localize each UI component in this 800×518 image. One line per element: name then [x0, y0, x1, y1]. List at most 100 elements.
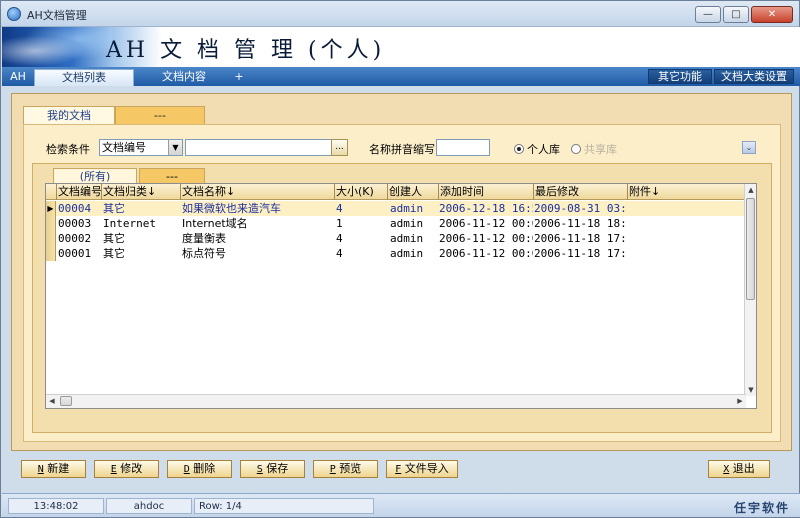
table-row[interactable]: 00003 Internet Internet域名 1 admin 2006-1…: [46, 216, 746, 231]
document-grid: 文档编号 文档归类↓ 文档名称↓ 大小(K) 创建人 添加时间 最后修改 附件↓…: [45, 183, 757, 409]
cell-category: 其它: [103, 232, 125, 245]
edit-button[interactable]: E 修改: [94, 460, 159, 478]
scroll-down-icon[interactable]: ▼: [745, 384, 756, 396]
cell-size: 1: [336, 217, 343, 230]
collapse-icon[interactable]: ⌄: [742, 141, 756, 154]
tab-placeholder[interactable]: ---: [115, 106, 205, 124]
row-indicator: [46, 231, 56, 246]
menu-category-settings[interactable]: 文档大类设置: [714, 69, 794, 84]
row-indicator: [46, 246, 56, 261]
radio-checked-icon: [514, 144, 524, 154]
radio-personal-label: 个人库: [527, 143, 560, 156]
cell-last-modified: 2006-11-18 17:01: [534, 247, 627, 260]
radio-shared[interactable]: 共享库: [571, 141, 617, 157]
save-button[interactable]: S 保存: [240, 460, 305, 478]
radio-unchecked-icon: [571, 144, 581, 154]
tab-my-documents[interactable]: 我的文档: [23, 106, 115, 124]
menu-tab-add[interactable]: +: [232, 69, 246, 86]
cell-creator: admin: [390, 232, 424, 245]
table-row[interactable]: 00002 其它 度量衡表 4 admin 2006-11-12 00:02 2…: [46, 231, 746, 246]
col-header-attachment[interactable]: 附件↓: [627, 184, 746, 200]
cell-doc-id: 00004: [58, 202, 92, 215]
close-icon[interactable]: ✕: [751, 6, 793, 23]
maximize-icon[interactable]: □: [723, 6, 749, 23]
scroll-up-icon[interactable]: ▲: [745, 184, 756, 196]
window-controls: — □ ✕: [695, 6, 793, 23]
file-import-hotkey: F: [395, 464, 402, 475]
col-header-size[interactable]: 大小(K): [334, 184, 387, 200]
new-hotkey: N: [37, 464, 44, 475]
cell-last-modified: 2006-11-18 18:01: [534, 217, 627, 230]
menu-tab-ah[interactable]: AH: [6, 69, 30, 86]
table-row[interactable]: ▶ 00004 其它 如果微软也来造汽车 4 admin 2006-12-18 …: [46, 201, 746, 216]
main-panel: 我的文档 --- 检索条件 文档编号 ▼ ... 名称拼音缩写 个人库 共享库 …: [11, 93, 792, 451]
current-row-icon: ▶: [46, 201, 56, 216]
preview-label: 预览: [339, 462, 362, 475]
cell-doc-name: 标点符号: [182, 247, 226, 260]
cell-added-time: 2006-11-12 00:02: [439, 232, 533, 245]
cell-creator: admin: [390, 247, 424, 260]
cell-doc-name: Internet域名: [182, 217, 248, 230]
grid-panel: (所有) --- 文档编号 文档归类↓ 文档名称↓ 大小(K) 创建人 添加时间…: [32, 163, 772, 433]
cell-added-time: 2006-12-18 16:54: [439, 202, 533, 215]
col-header-creator[interactable]: 创建人: [387, 184, 438, 200]
col-header-doc-id[interactable]: 文档编号: [56, 184, 101, 200]
search-field-select[interactable]: 文档编号 ▼: [99, 139, 183, 156]
grid-header: 文档编号 文档归类↓ 文档名称↓ 大小(K) 创建人 添加时间 最后修改 附件↓: [46, 184, 746, 200]
vertical-scrollbar[interactable]: ▲ ▼: [744, 184, 756, 396]
banner-logo-icon: [2, 27, 112, 67]
status-user: ahdoc: [106, 498, 192, 514]
pinyin-input[interactable]: [436, 139, 490, 156]
action-toolbar: N 新建 E 修改 D 删除 S 保存 P 预览 F 文件导入: [21, 460, 458, 478]
menu-tab-document-content[interactable]: 文档内容: [136, 69, 232, 86]
browse-button[interactable]: ...: [331, 139, 348, 156]
file-import-button[interactable]: F 文件导入: [386, 460, 458, 478]
app-banner: AH 文 档 管 理 (个人): [2, 27, 800, 67]
grid-tab-placeholder[interactable]: ---: [139, 168, 205, 183]
exit-hotkey: X: [723, 464, 730, 475]
grid-tab-all[interactable]: (所有): [53, 168, 137, 183]
col-header-category[interactable]: 文档归类↓: [101, 184, 180, 200]
cell-added-time: 2006-11-12 00:09: [439, 217, 533, 230]
search-field-value: 文档编号: [102, 141, 146, 154]
search-label: 检索条件: [46, 143, 90, 156]
horizontal-scrollbar[interactable]: ◀ ▶: [46, 394, 746, 408]
edit-label: 修改: [120, 462, 143, 475]
preview-button[interactable]: P 预览: [313, 460, 378, 478]
col-header-last-modified[interactable]: 最后修改: [533, 184, 627, 200]
status-time: 13:48:02: [8, 498, 104, 514]
cell-doc-id: 00003: [58, 217, 92, 230]
banner-title: AH 文 档 管 理 (个人): [106, 38, 386, 63]
search-input[interactable]: [185, 139, 332, 156]
exit-label: 退出: [732, 462, 755, 475]
title-bar: AH文档管理 — □ ✕: [1, 1, 799, 27]
cell-category: 其它: [103, 247, 125, 260]
delete-button[interactable]: D 删除: [167, 460, 232, 478]
cell-size: 4: [336, 232, 343, 245]
col-header-added-time[interactable]: 添加时间: [438, 184, 533, 200]
menu-tab-document-list[interactable]: 文档列表: [34, 69, 134, 86]
radio-shared-label: 共享库: [584, 143, 617, 156]
exit-button[interactable]: X 退出: [708, 460, 770, 478]
save-label: 保存: [266, 462, 289, 475]
table-row[interactable]: 00001 其它 标点符号 4 admin 2006-11-12 00:01 2…: [46, 246, 746, 261]
cell-size: 4: [336, 247, 343, 260]
app-icon: [7, 7, 21, 21]
new-label: 新建: [47, 462, 70, 475]
horizontal-scroll-thumb[interactable]: [60, 396, 72, 406]
col-header-doc-name[interactable]: 文档名称↓: [180, 184, 334, 200]
cell-category: 其它: [103, 202, 125, 215]
grid-header-indicator: [46, 184, 56, 200]
search-row: 检索条件 文档编号 ▼ ... 名称拼音缩写 个人库 共享库 ⌄: [24, 125, 780, 157]
minimize-icon[interactable]: —: [695, 6, 721, 23]
radio-personal[interactable]: 个人库: [514, 141, 560, 157]
delete-hotkey: D: [183, 464, 190, 475]
new-button[interactable]: N 新建: [21, 460, 86, 478]
chevron-down-icon[interactable]: ▼: [168, 140, 182, 155]
menu-other-functions[interactable]: 其它功能: [648, 69, 712, 84]
scroll-left-icon[interactable]: ◀: [46, 395, 58, 407]
vertical-scroll-thumb[interactable]: [746, 198, 755, 300]
file-import-label: 文件导入: [404, 462, 449, 475]
cell-doc-id: 00002: [58, 232, 92, 245]
scroll-right-icon[interactable]: ▶: [734, 395, 746, 407]
